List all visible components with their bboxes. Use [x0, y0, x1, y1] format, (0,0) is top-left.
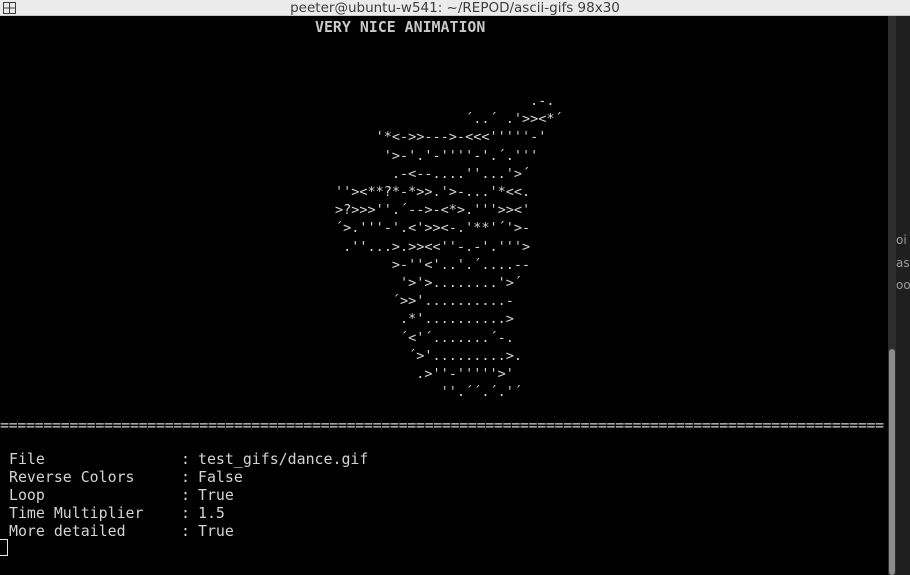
info-value: False	[198, 468, 243, 486]
window-title: peeter@ubuntu-w541: ~/REPOD/ascii-gifs 9…	[290, 0, 620, 16]
info-separator: :	[181, 504, 190, 522]
terminal-area[interactable]: VERY NICE ANIMATION .-. ´..´ .'>><*´ '*<…	[0, 16, 888, 575]
info-row-file: File: test_gifs/dance.gif	[9, 450, 368, 468]
info-row-reverse-colors: Reverse Colors: False	[9, 468, 368, 486]
ascii-animation-frame: .-. ´..´ .'>><*´ '*<->>--->-<<<'''''-' '…	[335, 93, 563, 401]
vertical-scrollbar[interactable]	[888, 16, 910, 575]
terminal-window: peeter@ubuntu-w541: ~/REPOD/ascii-gifs 9…	[0, 0, 910, 575]
info-row-loop: Loop: True	[9, 486, 368, 504]
info-separator: :	[181, 468, 190, 486]
info-label: Reverse Colors	[9, 468, 135, 486]
info-separator: :	[181, 450, 190, 468]
info-label: Time Multiplier	[9, 504, 144, 522]
title-bar[interactable]: peeter@ubuntu-w541: ~/REPOD/ascii-gifs 9…	[0, 0, 910, 16]
animation-title: VERY NICE ANIMATION	[315, 18, 486, 36]
scrollbar-thumb[interactable]	[889, 349, 895, 575]
info-separator: :	[181, 486, 190, 504]
separator-line: ========================================…	[0, 416, 884, 434]
settings-info: File: test_gifs/dance.gif Reverse Colors:…	[9, 450, 368, 540]
info-label: Loop	[9, 486, 45, 504]
background-window-edge	[896, 16, 910, 575]
info-row-time-multiplier: Time Multiplier:1.5	[9, 504, 368, 522]
info-value: True	[198, 522, 234, 540]
info-value: 1.5	[198, 504, 225, 522]
info-label: More detailed	[9, 522, 126, 540]
info-row-more-detailed: More detailed: True	[9, 522, 368, 540]
info-value: True	[198, 486, 234, 504]
terminal-cursor	[0, 539, 8, 556]
background-window-text: oo	[896, 278, 910, 292]
info-value: test_gifs/dance.gif	[198, 450, 369, 468]
info-separator: :	[181, 522, 190, 540]
info-label: File	[9, 450, 45, 468]
background-window-text: as	[896, 256, 910, 270]
background-window-text: oi	[896, 233, 907, 247]
